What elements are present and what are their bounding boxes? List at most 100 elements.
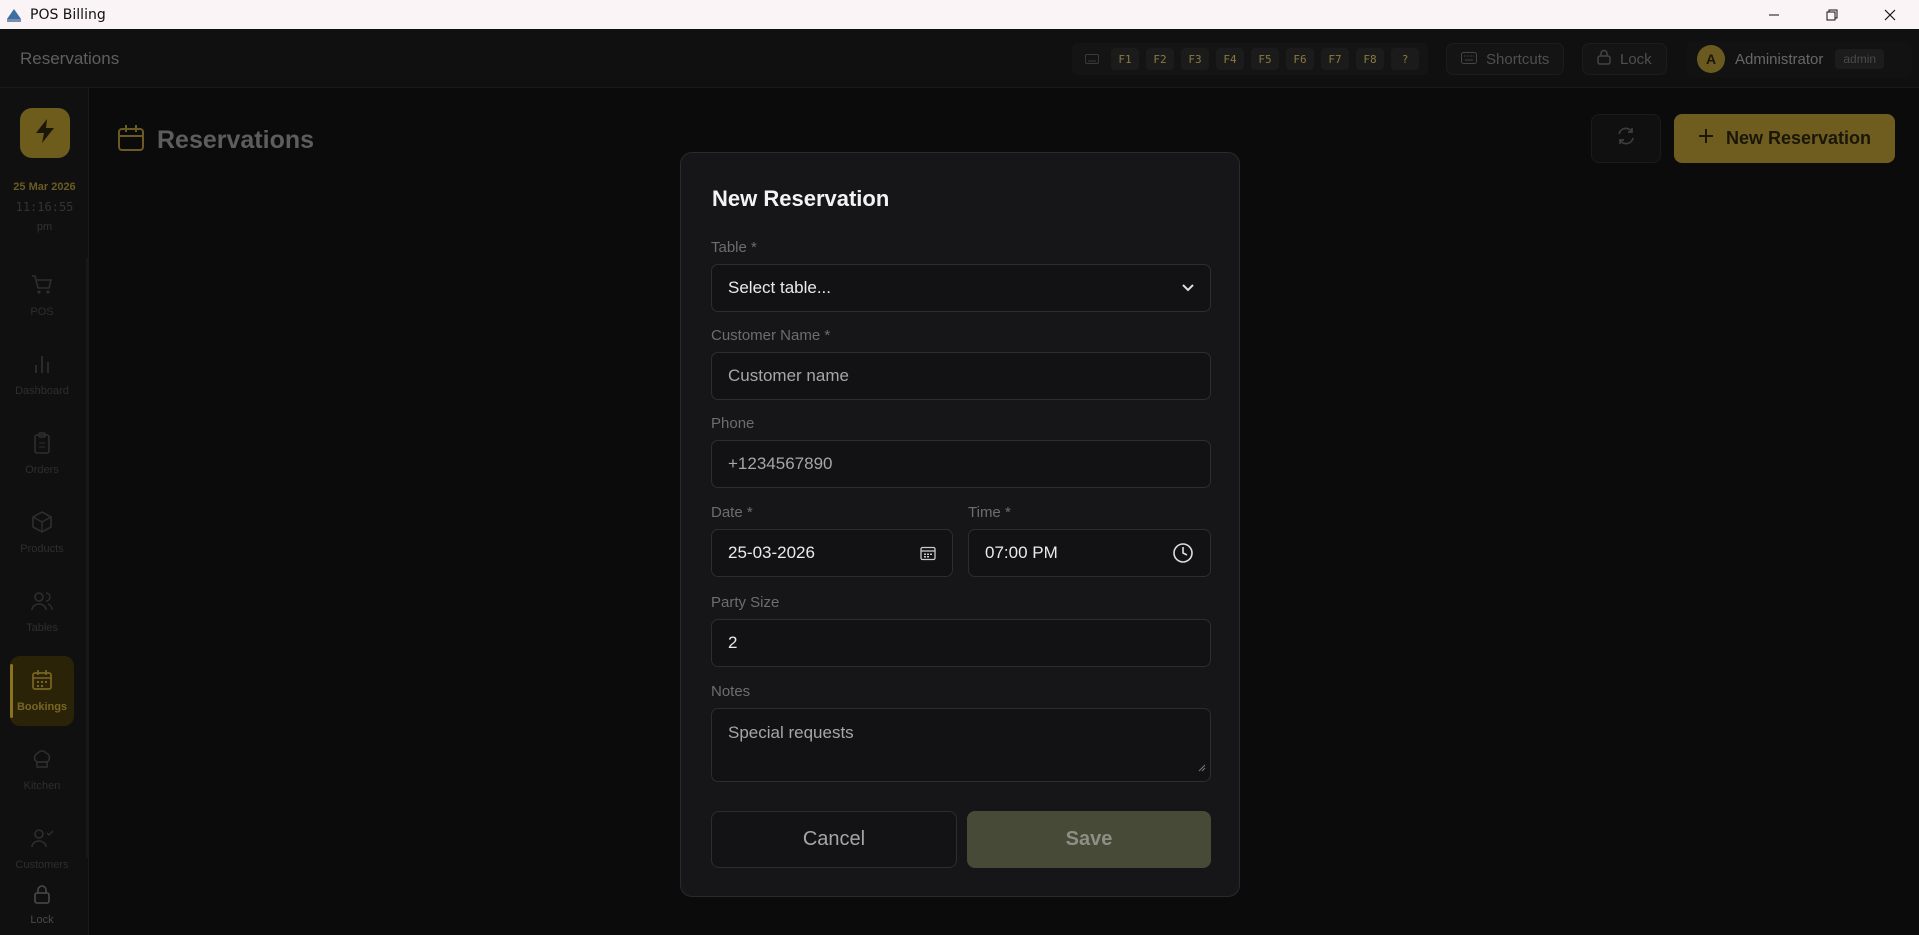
sidebar-item-orders[interactable]: Orders <box>10 419 74 489</box>
sidebar-item-tables[interactable]: Tables <box>10 577 74 647</box>
sidebar-item-label: Tables <box>26 622 58 634</box>
customer-name-placeholder: Customer name <box>728 366 849 385</box>
app-icon <box>4 5 24 25</box>
refresh-button[interactable] <box>1591 114 1661 163</box>
sidebar-item-dashboard[interactable]: Dashboard <box>10 340 74 410</box>
sidebar-item-pos[interactable]: POS <box>10 261 74 331</box>
calendar-picker-icon[interactable] <box>920 545 936 561</box>
keyboard-icon <box>1461 51 1477 68</box>
refresh-icon <box>1616 126 1636 151</box>
sidebar-item-label: Orders <box>25 464 59 476</box>
sidebar-scrollbar[interactable] <box>86 258 89 858</box>
sidebar-date: 25 Mar 2026 <box>13 181 76 193</box>
time-input[interactable]: 07:00 PM <box>968 529 1211 577</box>
restore-button[interactable] <box>1803 0 1861 29</box>
sidebar-item-label: Dashboard <box>15 385 69 397</box>
shortcuts-button[interactable]: Shortcuts <box>1446 43 1565 75</box>
dialog-title: New Reservation <box>712 186 890 211</box>
window-titlebar: POS Billing <box>0 0 1919 29</box>
phone-placeholder: +1234567890 <box>728 454 833 473</box>
resize-grip-icon[interactable] <box>1198 757 1206 777</box>
sidebar-item-bookings[interactable]: Bookings <box>10 656 74 726</box>
cancel-button[interactable]: Cancel <box>711 811 957 868</box>
lock-icon <box>1597 49 1611 69</box>
role-badge: admin <box>1835 49 1885 69</box>
minimize-button[interactable] <box>1745 0 1803 29</box>
sidebar-lock[interactable]: Lock <box>10 880 74 930</box>
shortcuts-label: Shortcuts <box>1486 50 1550 68</box>
party-size-value: 2 <box>728 633 738 652</box>
fkey-f6[interactable]: F6 <box>1286 48 1314 70</box>
party-size-label: Party Size <box>711 594 780 611</box>
fkey-f4[interactable]: F4 <box>1216 48 1244 70</box>
fkey-f3[interactable]: F3 <box>1181 48 1209 70</box>
lock-button[interactable]: Lock <box>1582 43 1667 75</box>
sidebar-item-label: Products <box>20 543 64 555</box>
chef-hat-icon <box>31 748 53 773</box>
users-icon <box>30 590 54 615</box>
sidebar-item-label: POS <box>30 306 54 318</box>
function-keys-bar: F1 F2 F3 F4 F5 F6 F7 F8 ? <box>1072 43 1428 75</box>
bar-chart-icon <box>31 353 53 378</box>
sidebar-item-label: Kitchen <box>23 780 61 792</box>
user-menu[interactable]: A Administrator admin <box>1686 41 1912 77</box>
fkey-f2[interactable]: F2 <box>1146 48 1174 70</box>
table-select-value: Select table... <box>728 278 832 297</box>
notes-textarea[interactable]: Special requests <box>711 708 1211 782</box>
sidebar-item-kitchen[interactable]: Kitchen <box>10 735 74 805</box>
customer-name-label: Customer Name * <box>711 327 831 344</box>
box-icon <box>31 511 53 536</box>
date-input[interactable]: 25-03-2026 <box>711 529 953 577</box>
sidebar-time: 11:16:55 <box>15 200 74 214</box>
date-value: 25-03-2026 <box>728 543 815 562</box>
app-header: Reservations F1 F2 F3 F4 F5 F6 F7 F8 ? S… <box>0 29 1919 88</box>
time-value: 07:00 PM <box>985 543 1058 562</box>
lock-icon <box>33 884 51 907</box>
avatar: A <box>1697 45 1725 73</box>
customers-icon <box>30 827 54 852</box>
clipboard-icon <box>31 432 53 457</box>
save-button[interactable]: Save <box>967 811 1211 868</box>
sidebar-ampm: pm <box>36 221 53 233</box>
window-title: POS Billing <box>30 6 106 23</box>
chevron-down-icon <box>1182 284 1194 292</box>
new-reservation-dialog: New Reservation Table * Select table... … <box>680 152 1240 897</box>
new-reservation-label: New Reservation <box>1725 128 1872 148</box>
phone-input[interactable]: +1234567890 <box>711 440 1211 488</box>
sidebar: 25 Mar 2026 11:16:55 pm POS Dashboard Or… <box>0 88 89 935</box>
fkey-f7[interactable]: F7 <box>1321 48 1349 70</box>
sidebar-item-label: Bookings <box>16 701 68 713</box>
new-reservation-button[interactable]: New Reservation <box>1674 114 1895 163</box>
lock-label: Lock <box>1620 50 1652 68</box>
calendar-icon <box>117 124 145 157</box>
close-button[interactable] <box>1861 0 1919 29</box>
sidebar-item-label: Customers <box>15 859 69 871</box>
fkey-f8[interactable]: F8 <box>1356 48 1384 70</box>
clock-icon[interactable] <box>1172 542 1194 564</box>
cart-icon <box>31 274 53 299</box>
notes-placeholder: Special requests <box>728 723 854 742</box>
sidebar-item-customers[interactable]: Customers <box>10 814 74 884</box>
sidebar-lock-label: Lock <box>30 914 54 926</box>
table-label: Table * <box>711 239 757 256</box>
lightning-icon <box>33 118 57 149</box>
plus-icon <box>1698 128 1714 149</box>
page-title: Reservations <box>157 126 315 154</box>
fkey-help[interactable]: ? <box>1391 48 1419 70</box>
phone-label: Phone <box>711 415 755 432</box>
date-label: Date * <box>711 504 753 521</box>
table-select[interactable]: Select table... <box>711 264 1211 312</box>
time-label: Time * <box>968 504 1011 521</box>
user-name: Administrator <box>1735 50 1824 68</box>
sidebar-item-products[interactable]: Products <box>10 498 74 568</box>
keyboard-icon <box>1080 48 1104 70</box>
fkey-f5[interactable]: F5 <box>1251 48 1279 70</box>
calendar-icon <box>31 669 53 694</box>
notes-label: Notes <box>711 683 751 700</box>
page-header: Reservations <box>117 124 314 157</box>
fkey-f1[interactable]: F1 <box>1111 48 1139 70</box>
logo-button[interactable] <box>20 108 70 158</box>
party-size-input[interactable]: 2 <box>711 619 1211 667</box>
header-title: Reservations <box>20 49 120 68</box>
customer-name-input[interactable]: Customer name <box>711 352 1211 400</box>
